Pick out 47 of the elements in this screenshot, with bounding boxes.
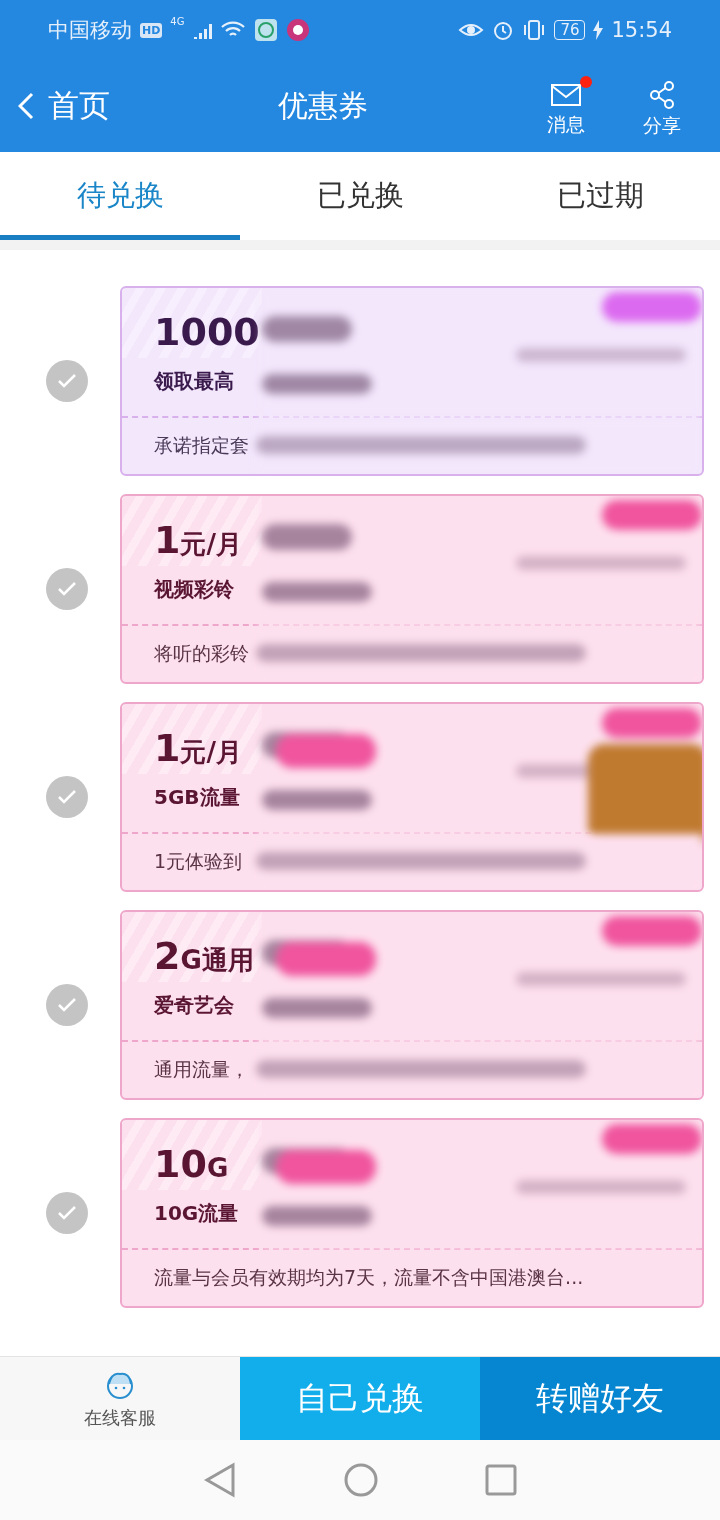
coupon-card[interactable]: 1元/月 5GB流量 1元体验到 xyxy=(120,702,704,892)
coupon-title: 爱奇艺会 xyxy=(154,991,235,1019)
coupon-title: 5GB流量 xyxy=(154,783,241,811)
share-icon xyxy=(649,81,675,109)
coupon-title: 10G流量 xyxy=(154,1199,240,1227)
carrier-name: 中国移动 xyxy=(48,17,132,44)
check-circle[interactable] xyxy=(46,568,88,610)
check-circle[interactable] xyxy=(46,1192,88,1234)
coupon-description: 1元体验到 xyxy=(153,849,244,874)
back-button[interactable]: 首页 xyxy=(18,85,278,127)
coupon-description: 流量与会员有效期均为7天，流量不含中国港澳台... xyxy=(153,1265,584,1290)
app-icon xyxy=(254,18,279,42)
coupon-title: 领取最高 xyxy=(154,367,235,395)
coupon-value: 1元/月 xyxy=(154,726,242,772)
coupon-value: 10G xyxy=(154,1142,229,1188)
recents-nav-icon[interactable] xyxy=(485,1464,517,1496)
music-app-icon xyxy=(286,18,311,42)
check-circle[interactable] xyxy=(46,984,88,1026)
alarm-icon xyxy=(492,19,515,41)
coupon-value: 1元/月 xyxy=(154,518,242,564)
share-button[interactable]: 分享 xyxy=(614,73,710,139)
back-nav-icon[interactable] xyxy=(203,1462,237,1498)
signal-icon xyxy=(192,21,213,39)
network-type: 4G xyxy=(170,16,185,27)
message-button[interactable]: 消息 xyxy=(518,74,614,138)
coupon-value: 1000 xyxy=(154,310,260,356)
page-title: 优惠券 xyxy=(278,86,369,125)
gift-button[interactable]: 转赠好友 xyxy=(480,1357,720,1440)
coupon-description: 承诺指定套 xyxy=(153,433,250,458)
coupon-card[interactable]: 10G 10G流量 流量与会员有效期均为7天，流量不含中国港澳台... xyxy=(120,1118,704,1308)
home-nav-icon[interactable] xyxy=(343,1462,379,1498)
coupon-description: 将听的彩铃 xyxy=(153,641,250,666)
envelope-icon xyxy=(550,82,582,108)
coupon-card[interactable]: 2G通用 爱奇艺会 通用流量， xyxy=(120,910,704,1100)
online-service-button[interactable]: 在线客服 xyxy=(0,1357,240,1440)
coupon-title: 视频彩铃 xyxy=(154,575,235,603)
charging-icon xyxy=(593,20,604,40)
vibrate-icon xyxy=(522,19,547,41)
clock-time: 15:54 xyxy=(611,18,672,42)
coupon-description: 通用流量， xyxy=(153,1057,250,1082)
hd-badge: HD xyxy=(140,22,163,38)
check-circle[interactable] xyxy=(46,360,88,402)
coupon-value: 2G通用 xyxy=(154,934,254,980)
battery-level: 76 xyxy=(554,20,586,40)
coupon-card[interactable]: 1元/月 视频彩铃 将听的彩铃 xyxy=(120,494,704,684)
coupon-card[interactable]: 1000 领取最高 承诺指定套 xyxy=(120,286,704,476)
check-circle[interactable] xyxy=(46,776,88,818)
